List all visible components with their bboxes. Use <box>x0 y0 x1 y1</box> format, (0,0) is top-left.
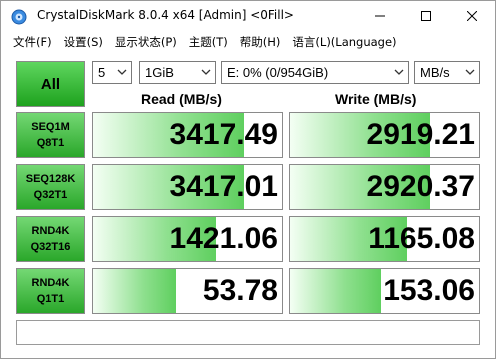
menu-language[interactable]: 语言(L)(Language) <box>286 34 402 50</box>
read-result: 3417.01 <box>92 164 283 210</box>
read-column-header: Read (MB/s) <box>141 91 222 107</box>
menu-bar: 文件(F) 设置(S) 显示状态(P) 主题(T) 帮助(H) 语言(L)(La… <box>1 31 495 53</box>
maximize-icon <box>421 11 431 21</box>
unit-value: MB/s <box>420 65 450 80</box>
menu-help[interactable]: 帮助(H) <box>234 34 287 50</box>
menu-display-status[interactable]: 显示状态(P) <box>109 34 183 50</box>
test-count-value: 5 <box>98 65 106 80</box>
test-queue: Q32T16 <box>30 241 71 253</box>
test-name: RND4K <box>31 225 70 237</box>
test-button-seq1m-q8t1[interactable]: SEQ1M Q8T1 <box>16 112 85 158</box>
test-size-select[interactable]: 1GiB <box>139 61 216 84</box>
read-result: 53.78 <box>92 268 283 314</box>
chevron-down-icon <box>201 69 211 75</box>
chevron-down-icon <box>465 69 475 75</box>
chevron-down-icon <box>394 69 404 75</box>
comment-input[interactable] <box>16 320 480 345</box>
read-result-value: 3417.49 <box>169 118 278 151</box>
write-result-value: 1165.08 <box>368 222 475 255</box>
unit-select[interactable]: MB/s <box>414 61 480 84</box>
read-result: 1421.06 <box>92 216 283 262</box>
write-result-value: 153.06 <box>383 274 475 307</box>
test-button-rnd4k-q32t16[interactable]: RND4K Q32T16 <box>16 216 85 262</box>
minimize-icon <box>375 15 385 17</box>
test-name: SEQ128K <box>25 173 76 185</box>
chevron-down-icon <box>117 69 127 75</box>
benchmark-panel: All 5 1GiB E: 0% (0/954GiB) MB/s Read (M… <box>1 53 495 358</box>
read-result: 3417.49 <box>92 112 283 158</box>
crystaldiskmark-icon <box>11 9 27 25</box>
write-result: 2920.37 <box>289 164 480 210</box>
read-result-value: 1421.06 <box>169 222 278 255</box>
test-queue: Q8T1 <box>36 137 65 149</box>
write-column-header: Write (MB/s) <box>335 91 417 107</box>
test-queue: Q1T1 <box>36 293 65 305</box>
menu-settings[interactable]: 设置(S) <box>58 34 109 50</box>
test-name: SEQ1M <box>31 121 70 133</box>
write-result: 153.06 <box>289 268 480 314</box>
menu-file[interactable]: 文件(F) <box>7 34 58 50</box>
read-result-value: 3417.01 <box>169 170 278 203</box>
test-size-value: 1GiB <box>145 65 174 80</box>
write-result-bar <box>290 269 381 313</box>
menu-theme[interactable]: 主题(T) <box>183 34 234 50</box>
close-button[interactable] <box>449 1 495 31</box>
drive-value: E: 0% (0/954GiB) <box>227 65 329 80</box>
run-all-button[interactable]: All <box>16 61 85 107</box>
maximize-button[interactable] <box>403 1 449 31</box>
write-result: 2919.21 <box>289 112 480 158</box>
app-window: CrystalDiskMark 8.0.4 x64 [Admin] <0Fill… <box>0 0 496 359</box>
read-result-value: 53.78 <box>202 274 278 307</box>
minimize-button[interactable] <box>357 1 403 31</box>
test-button-seq128k-q32t1[interactable]: SEQ128K Q32T1 <box>16 164 85 210</box>
write-result-value: 2920.37 <box>366 170 475 203</box>
test-queue: Q32T1 <box>33 189 68 201</box>
window-title: CrystalDiskMark 8.0.4 x64 [Admin] <0Fill… <box>37 8 294 22</box>
test-name: RND4K <box>31 277 70 289</box>
close-icon <box>467 11 477 21</box>
write-result-value: 2919.21 <box>366 118 475 151</box>
drive-select[interactable]: E: 0% (0/954GiB) <box>221 61 409 84</box>
test-count-select[interactable]: 5 <box>92 61 132 84</box>
write-result: 1165.08 <box>289 216 480 262</box>
title-bar[interactable]: CrystalDiskMark 8.0.4 x64 [Admin] <0Fill… <box>1 1 495 31</box>
test-button-rnd4k-q1t1[interactable]: RND4K Q1T1 <box>16 268 85 314</box>
read-result-bar <box>93 269 177 313</box>
